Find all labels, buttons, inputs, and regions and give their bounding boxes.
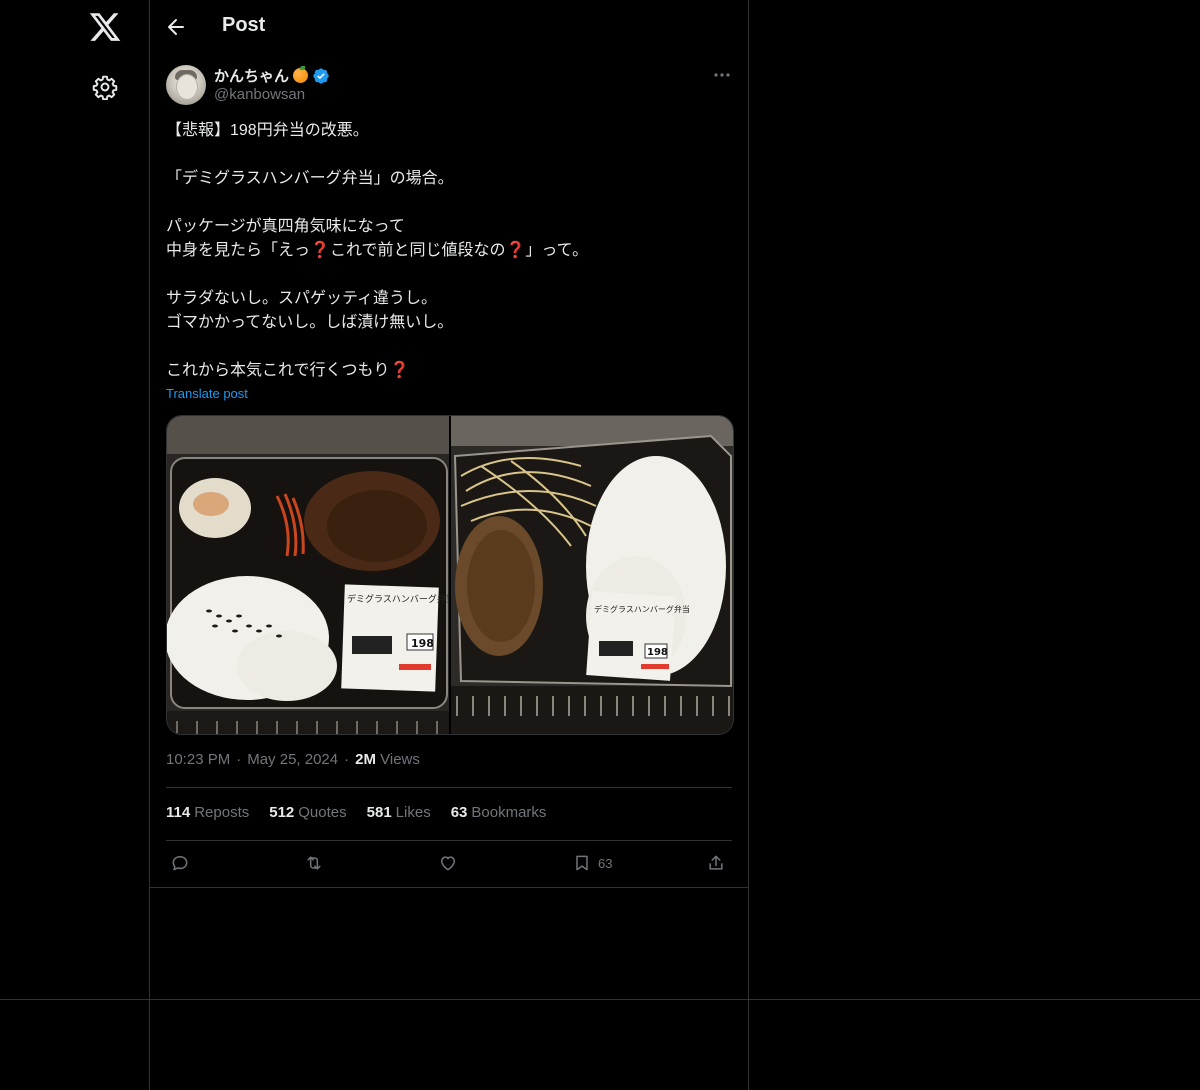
stat-label: Likes — [395, 804, 431, 821]
divider — [166, 840, 732, 841]
meta-separator: · — [236, 751, 242, 768]
bookmark-icon — [576, 855, 588, 871]
page-title: Post — [222, 14, 266, 36]
nav-rail — [0, 0, 150, 1000]
question-mark-emoji: ❓ — [310, 242, 330, 259]
stat-label: Reposts — [194, 804, 250, 821]
bookmark-count: 63 — [598, 855, 613, 871]
post-line: 中身を見たら「えっ❓これで前と同じ値段なの❓」って。 — [166, 242, 589, 259]
stat-reposts[interactable]: 114 Reposts — [166, 804, 249, 821]
stat-label: Bookmarks — [471, 804, 547, 821]
bottom-left-column — [0, 1000, 150, 1090]
media-grid: デミグラスハンバーグ弁当 198 デミグラスハンバーグ弁当 198 — [166, 415, 734, 735]
post-line: これから本気これで行くつもり❓ — [166, 362, 410, 379]
post-text: 【悲報】198円弁当の改悪。 「デミグラスハンバーグ弁当」の場合。 パッケージが… — [166, 119, 732, 383]
bottom-main-column — [150, 1000, 749, 1090]
orange-emoji-icon — [293, 66, 309, 83]
avatar[interactable] — [166, 65, 206, 105]
post-time[interactable]: 10:23 PM — [166, 751, 230, 768]
image1-label-text: デミグラスハンバーグ弁当 — [347, 593, 449, 605]
post-line: サラダないし。スパゲッティ違うし。 — [166, 290, 438, 307]
views-count: 2M — [355, 751, 376, 768]
post-stats: 114 Reposts 512 Quotes 581 Likes 63 Book… — [166, 804, 546, 821]
like-button[interactable] — [438, 853, 458, 873]
stat-quotes[interactable]: 512 Quotes — [269, 804, 346, 821]
post-line-break — [166, 335, 732, 359]
post-header: Post — [150, 0, 748, 54]
x-logo-icon[interactable] — [88, 10, 122, 44]
meta-separator: · — [344, 751, 350, 768]
post-line: 【悲報】198円弁当の改悪。 — [166, 122, 369, 139]
media-image-1[interactable]: デミグラスハンバーグ弁当 198 — [167, 416, 449, 734]
divider — [166, 787, 732, 788]
post-meta: 10:23 PM · May 25, 2024 · 2M Views — [166, 751, 420, 768]
share-button[interactable] — [706, 853, 726, 873]
stat-number: 581 — [366, 804, 392, 821]
post-date[interactable]: May 25, 2024 — [247, 751, 338, 768]
app-root: Post かんちゃん @kanbowsan 【悲報】198円弁当の改悪。 「デミ… — [0, 0, 1200, 1090]
author-name-row[interactable]: かんちゃん — [214, 65, 330, 86]
verified-badge-icon — [312, 67, 330, 85]
stat-number: 512 — [269, 804, 295, 821]
views-label: Views — [380, 751, 420, 768]
question-mark-emoji: ❓ — [389, 362, 410, 379]
translate-post-link[interactable]: Translate post — [166, 386, 248, 401]
post-actions: 63 — [170, 853, 730, 877]
author-handle[interactable]: @kanbowsan — [214, 86, 305, 103]
gear-icon[interactable] — [92, 74, 118, 101]
post-line: パッケージが真四角気味になって — [166, 218, 405, 235]
like-icon — [441, 856, 455, 871]
back-arrow-icon[interactable] — [164, 15, 188, 39]
image2-label-text: デミグラスハンバーグ弁当 — [594, 604, 690, 614]
post-line-break — [166, 191, 732, 215]
question-mark-emoji: ❓ — [505, 242, 526, 259]
more-options-icon[interactable] — [710, 66, 734, 84]
author-name[interactable]: かんちゃん — [214, 65, 289, 86]
stat-label: Quotes — [298, 804, 347, 821]
stat-bookmarks[interactable]: 63 Bookmarks — [451, 804, 547, 821]
image2-price-text: 198 — [647, 647, 668, 658]
reply-button[interactable] — [170, 853, 190, 873]
divider — [150, 887, 748, 888]
post-line-break — [166, 263, 732, 287]
stat-number: 114 — [166, 804, 191, 821]
post-line: ゴマかかってないし。しば漬け無いし。 — [166, 314, 454, 331]
main-column: Post かんちゃん @kanbowsan 【悲報】198円弁当の改悪。 「デミ… — [150, 0, 749, 1000]
media-image-2[interactable]: デミグラスハンバーグ弁当 198 — [451, 416, 733, 734]
repost-button[interactable] — [304, 853, 324, 873]
share-icon — [709, 855, 723, 870]
stat-likes[interactable]: 581 Likes — [367, 804, 431, 821]
image1-price-text: 198 — [411, 637, 434, 650]
reply-icon — [172, 856, 188, 871]
repost-icon — [307, 856, 321, 870]
bookmark-button[interactable]: 63 — [572, 853, 612, 873]
stat-number: 63 — [450, 804, 468, 821]
post-line: 「デミグラスハンバーグ弁当」の場合。 — [166, 170, 454, 187]
post-line-break — [166, 143, 732, 167]
